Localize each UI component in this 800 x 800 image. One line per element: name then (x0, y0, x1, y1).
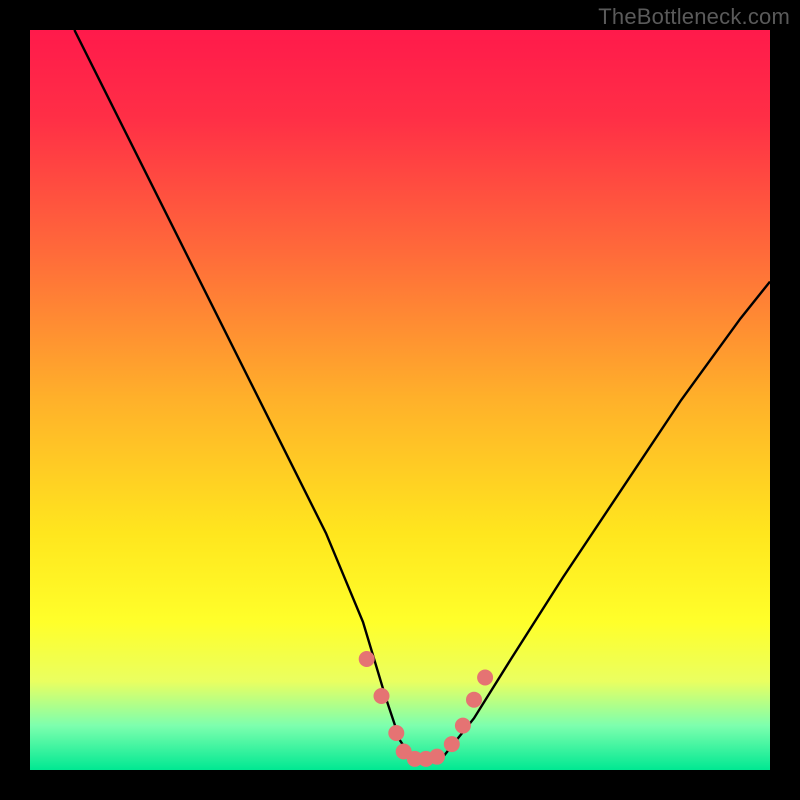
chart-frame (30, 30, 770, 770)
marker-dot (466, 692, 482, 708)
marker-dot (429, 749, 445, 765)
marker-dot (374, 688, 390, 704)
bottleneck-chart (30, 30, 770, 770)
marker-dot (477, 670, 493, 686)
marker-dot (455, 718, 471, 734)
marker-dot (444, 736, 460, 752)
watermark-text: TheBottleneck.com (598, 4, 790, 30)
gradient-background (30, 30, 770, 770)
marker-dot (388, 725, 404, 741)
marker-dot (359, 651, 375, 667)
